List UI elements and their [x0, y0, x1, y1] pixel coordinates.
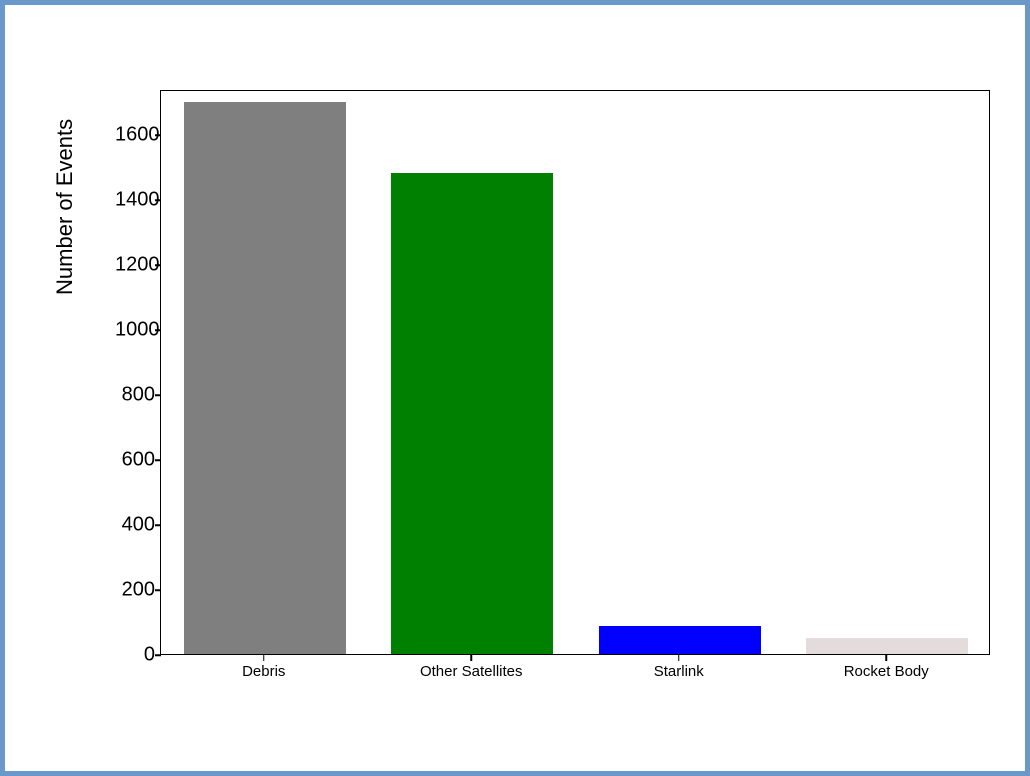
y-tick-label: 800 [115, 384, 155, 407]
bar [184, 102, 346, 654]
y-tick-label: 600 [115, 449, 155, 472]
y-tick-mark [155, 459, 161, 461]
y-tick-mark [155, 265, 161, 267]
y-tick-mark [155, 589, 161, 591]
x-tick-mark [263, 655, 265, 661]
y-tick-label: 200 [115, 579, 155, 602]
y-tick-mark [155, 330, 161, 332]
y-tick-mark [155, 524, 161, 526]
y-tick-label: 400 [115, 514, 155, 537]
x-tick-label: Starlink [654, 663, 704, 680]
x-tick-mark [886, 655, 888, 661]
y-tick-label: 0 [115, 644, 155, 667]
y-tick-mark [155, 135, 161, 137]
x-tick-mark [471, 655, 473, 661]
x-tick-label: Rocket Body [844, 663, 929, 680]
bar [806, 638, 968, 654]
y-axis-label: Number of Events [52, 119, 78, 295]
chart-container: Number of Events 02004006008001000120014… [85, 75, 1005, 715]
y-tick-mark [155, 654, 161, 656]
y-tick-label: 1200 [115, 254, 155, 277]
x-tick-mark [678, 655, 680, 661]
x-tick-label: Debris [242, 663, 285, 680]
bar [599, 626, 761, 654]
y-tick-label: 1000 [115, 319, 155, 342]
plot-area [160, 90, 990, 655]
y-tick-mark [155, 394, 161, 396]
y-tick-mark [155, 200, 161, 202]
bar [391, 173, 553, 654]
y-tick-label: 1400 [115, 189, 155, 212]
y-tick-label: 1600 [115, 124, 155, 147]
x-tick-label: Other Satellites [420, 663, 523, 680]
